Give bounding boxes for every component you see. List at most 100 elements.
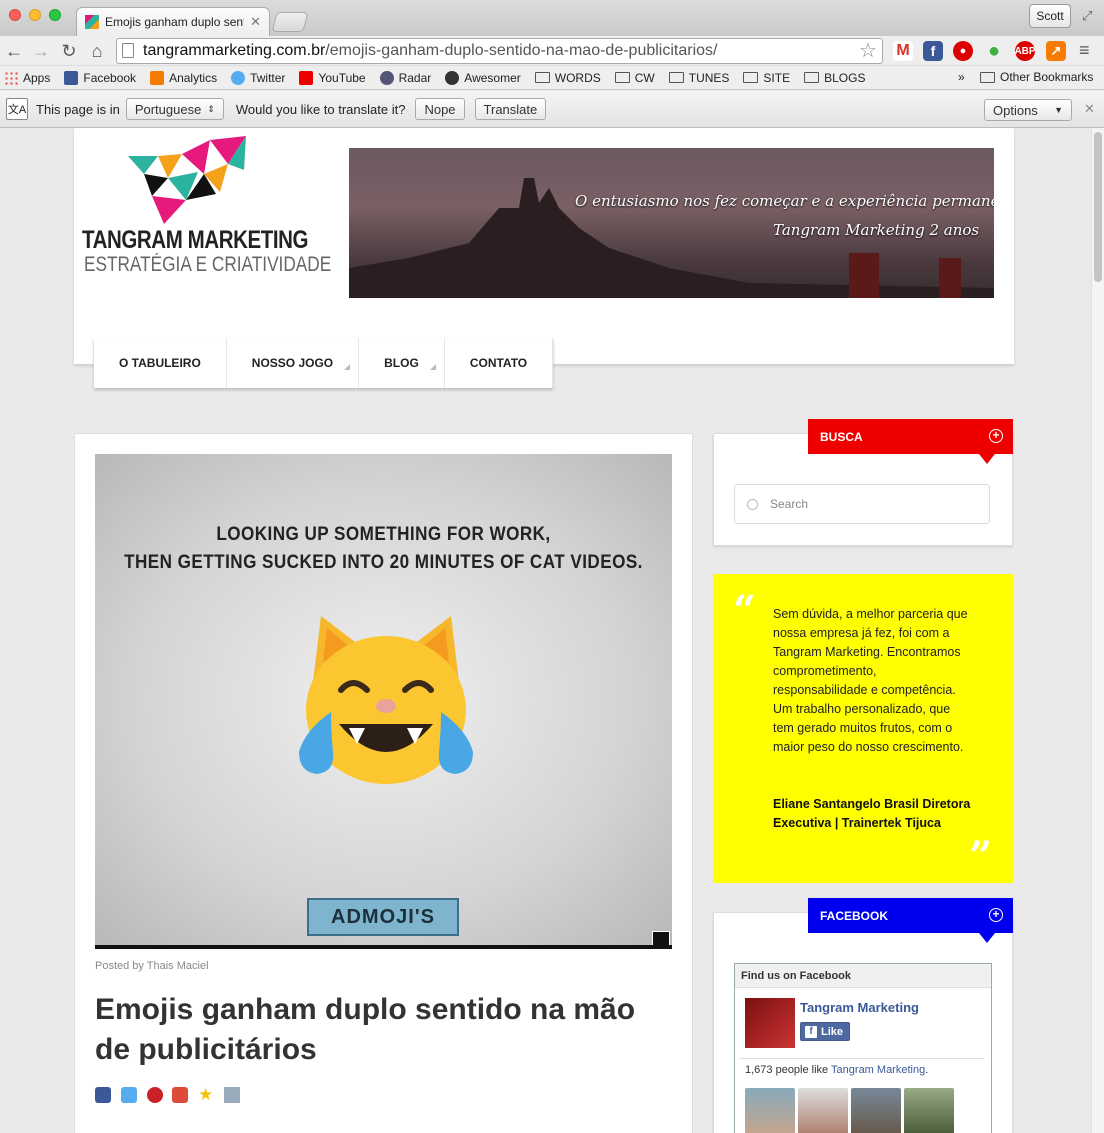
busca-title-bar: BUSCA + xyxy=(808,419,1013,464)
header-banner[interactable]: O entusiasmo nos fez começar e a experiê… xyxy=(349,148,994,298)
search-input[interactable]: Search xyxy=(734,484,990,524)
bookmark-analytics[interactable]: Analytics xyxy=(150,70,217,85)
url-host: tangrammarketing.com.br xyxy=(143,42,326,59)
address-bar[interactable]: tangrammarketing.com.br/emojis-ganham-du… xyxy=(116,38,883,64)
fb-fan-avatar[interactable] xyxy=(745,1088,795,1133)
posted-by: Posted by Thais Maciel xyxy=(95,960,209,972)
forward-button[interactable]: → xyxy=(30,40,52,62)
open-quote-icon: “ xyxy=(733,587,757,634)
fb-fan-avatar[interactable] xyxy=(851,1088,901,1133)
close-quote-icon: ” xyxy=(969,833,993,880)
bookmark-star-icon[interactable]: ☆ xyxy=(859,38,877,63)
awesomer-icon xyxy=(445,70,460,85)
share-facebook-icon[interactable] xyxy=(95,1087,111,1103)
post-title[interactable]: Emojis ganham duplo sentido na mão de pu… xyxy=(95,990,665,1070)
bookmarks-bar: Apps Facebook Analytics Twitter YouTube … xyxy=(0,66,1104,90)
post-featured-image[interactable]: LOOKING UP SOMETHING FOR WORK, THEN GETT… xyxy=(95,454,672,949)
share-pinterest-icon[interactable] xyxy=(147,1087,163,1103)
gmail-icon[interactable]: M xyxy=(893,41,913,61)
home-button[interactable]: ⌂ xyxy=(86,40,108,62)
fb-page-name[interactable]: Tangram Marketing xyxy=(800,1000,919,1015)
bookmark-apps[interactable]: Apps xyxy=(4,70,50,85)
fb-page-avatar[interactable] xyxy=(745,998,795,1048)
chrome-menu-icon[interactable]: ≡ xyxy=(1079,40,1090,61)
bookmark-awesomer[interactable]: Awesomer xyxy=(445,70,521,85)
nope-button[interactable]: Nope xyxy=(415,98,465,120)
evernote-ext-icon[interactable]: ● xyxy=(984,40,1004,62)
bookmark-folder-site[interactable]: SITE xyxy=(743,71,790,85)
facebook-ext-icon[interactable]: f xyxy=(923,41,943,61)
youtube-icon xyxy=(299,70,314,85)
nav-item-nosso-jogo[interactable]: NOSSO JOGO xyxy=(227,338,360,388)
share-googleplus-icon[interactable] xyxy=(172,1087,188,1103)
share-twitter-icon[interactable] xyxy=(121,1087,137,1103)
bookmark-radar[interactable]: Radar xyxy=(379,70,431,85)
radar-icon xyxy=(379,70,394,85)
translate-options-button[interactable]: Options ▼ xyxy=(984,99,1072,121)
bookmark-folder-cw[interactable]: CW xyxy=(614,71,655,85)
fb-like-button[interactable]: f Like xyxy=(800,1022,851,1041)
submenu-arrow-icon xyxy=(429,364,436,370)
fullscreen-icon[interactable]: ⤢ xyxy=(1082,8,1092,24)
fb-fan-avatar[interactable] xyxy=(904,1088,954,1133)
minimize-window-button[interactable] xyxy=(29,9,41,21)
profile-button[interactable]: Scott xyxy=(1029,4,1071,28)
image-caption-2: THEN GETTING SUCKED INTO 20 MINUTES OF C… xyxy=(124,552,643,573)
folder-icon xyxy=(614,72,630,83)
bookmark-twitter[interactable]: Twitter xyxy=(231,70,285,85)
folder-icon xyxy=(804,72,820,83)
reload-button[interactable]: ↻ xyxy=(58,40,80,62)
nav-item-tabuleiro[interactable]: O TABULEIRO xyxy=(94,338,227,388)
fb-like-count: 1,673 people like Tangram Marketing. xyxy=(745,1064,929,1076)
twitter-icon xyxy=(231,70,246,85)
back-button[interactable]: ← xyxy=(3,40,25,62)
updown-arrow-icon: ⇕ xyxy=(207,103,215,114)
image-caption-1: LOOKING UP SOMETHING FOR WORK, xyxy=(216,524,551,545)
zoom-window-button[interactable] xyxy=(49,9,61,21)
share-favorite-star-icon[interactable]: ★ xyxy=(198,1086,214,1103)
admoji-badge: ADMOJI'S xyxy=(307,898,459,936)
main-nav: O TABULEIRO NOSSO JOGO BLOG CONTATO xyxy=(94,338,554,388)
adblock-ext-icon[interactable]: ABP xyxy=(1014,41,1036,61)
fb-count-link[interactable]: Tangram Marketing xyxy=(831,1064,925,1076)
url-path: /emojis-ganham-duplo-sentido-na-mao-de-p… xyxy=(325,42,718,59)
folder-icon xyxy=(743,72,759,83)
scrollbar-thumb[interactable] xyxy=(1094,132,1102,282)
search-icon xyxy=(747,498,758,510)
close-window-button[interactable] xyxy=(9,9,21,21)
nav-item-blog[interactable]: BLOG xyxy=(359,338,445,388)
brand-name: TANGRAM MARKETING xyxy=(82,226,309,254)
facebook-icon xyxy=(64,70,79,85)
bookmark-folder-tunes[interactable]: TUNES xyxy=(668,71,729,85)
translate-button[interactable]: Translate xyxy=(474,98,547,120)
other-bookmarks[interactable]: Other Bookmarks xyxy=(980,70,1093,84)
bookmark-youtube[interactable]: YouTube xyxy=(299,70,366,85)
image-gallery-icon[interactable] xyxy=(652,931,670,945)
analytics-ext-icon[interactable]: ↗ xyxy=(1046,41,1066,61)
tab-active[interactable]: Emojis ganham duplo sentido na mão de pu… xyxy=(76,7,270,36)
page-icon xyxy=(122,43,134,58)
title-pointer-icon xyxy=(979,933,995,943)
translate-prefix: This page is in xyxy=(36,101,120,117)
bookmark-facebook[interactable]: Facebook xyxy=(64,70,136,85)
fb-fan-avatar[interactable] xyxy=(798,1088,848,1133)
brand-tagline: ESTRATÉGIA E CRIATIVIDADE xyxy=(84,253,332,276)
folder-icon xyxy=(534,72,550,83)
language-select[interactable]: Portuguese ⇕ xyxy=(125,98,224,120)
share-email-icon[interactable] xyxy=(224,1087,240,1103)
translate-icon: 文A xyxy=(6,98,28,120)
tangram-logo-icon[interactable] xyxy=(124,134,250,226)
title-pointer-icon xyxy=(979,454,995,464)
nav-item-contato[interactable]: CONTATO xyxy=(445,338,554,388)
tangram-favicon-icon xyxy=(85,15,99,29)
close-tab-icon[interactable]: ✕ xyxy=(250,14,261,30)
stop-ext-icon[interactable]: ● xyxy=(953,41,973,61)
bookmark-folder-blogs[interactable]: BLOGS xyxy=(804,71,865,85)
folder-icon xyxy=(668,72,684,83)
close-translate-icon[interactable]: ✕ xyxy=(1084,101,1095,117)
bookmark-folder-words[interactable]: WORDS xyxy=(534,71,601,85)
expand-plus-icon[interactable]: + xyxy=(989,908,1003,922)
new-tab-button[interactable] xyxy=(271,12,309,32)
bookmarks-overflow-button[interactable]: » xyxy=(958,70,965,84)
expand-plus-icon[interactable]: + xyxy=(989,429,1003,443)
